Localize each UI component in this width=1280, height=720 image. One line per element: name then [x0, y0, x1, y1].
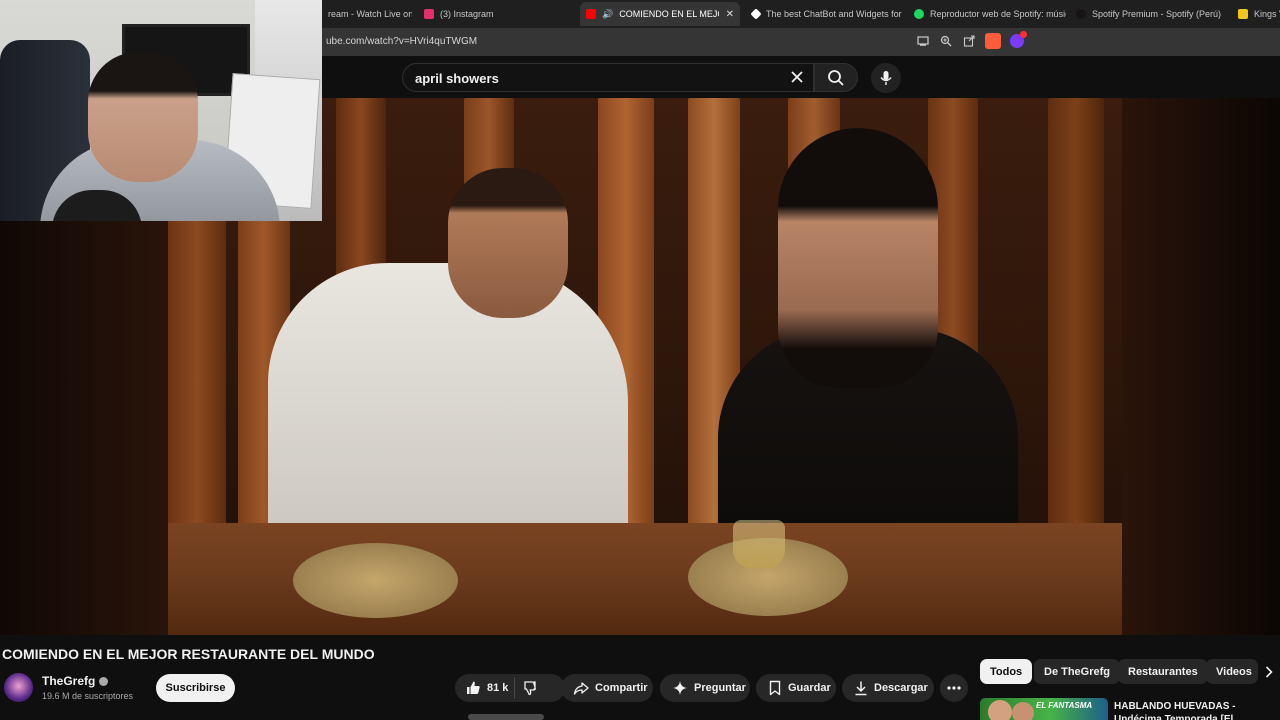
tab-label: Spotify Premium - Spotify (Perú)	[1092, 9, 1222, 19]
woman-head	[778, 128, 938, 388]
tab-label: Kings V	[1254, 9, 1280, 19]
chip-all[interactable]: Todos	[980, 659, 1033, 684]
clear-search-icon[interactable]	[789, 69, 805, 85]
dislike-button[interactable]	[521, 680, 537, 696]
tab-label: Reproductor web de Spotify: músic	[930, 9, 1066, 19]
url-field[interactable]: ube.com/watch?v=HVri4quTWGM	[326, 36, 477, 47]
save-button[interactable]: Guardar	[756, 674, 836, 702]
voice-search-button[interactable]	[871, 63, 901, 93]
brave-shield-icon[interactable]	[985, 33, 1001, 49]
spotify-icon	[1076, 9, 1086, 19]
like-dislike-group: 81 k	[455, 674, 565, 702]
tab-spotify-player[interactable]: Reproductor web de Spotify: músic	[908, 2, 1066, 26]
glass-bowl	[733, 520, 785, 568]
video-title: COMIENDO EN EL MEJOR RESTAURANTE DEL MUN…	[2, 646, 375, 662]
like-count: 81 k	[487, 682, 509, 694]
sparkle-icon	[673, 681, 687, 695]
search-query: april showers	[415, 71, 499, 86]
crown-icon	[1238, 9, 1248, 19]
webcam-overlay	[0, 0, 322, 221]
chatbot-icon	[750, 8, 762, 20]
share-label: Compartir	[595, 682, 648, 694]
search-icon	[828, 69, 844, 86]
recommendation-thumbnail[interactable]: EL FANTASMA	[980, 698, 1108, 720]
subscribe-button[interactable]: Suscribirse	[156, 674, 235, 702]
speaker-icon: 🔊	[602, 8, 614, 19]
channel-avatar[interactable]	[4, 673, 33, 702]
page-scrollbar[interactable]	[468, 714, 544, 720]
search-input[interactable]: april showers	[402, 63, 814, 92]
ask-label: Preguntar	[694, 682, 746, 694]
save-label: Guardar	[788, 682, 831, 694]
instagram-icon	[424, 9, 434, 19]
thumbs-down-icon	[524, 681, 537, 696]
download-icon	[855, 681, 867, 696]
channel-name: TheGrefg	[42, 674, 96, 688]
spotify-icon	[914, 9, 924, 19]
chip-videos[interactable]: Videos	[1206, 659, 1258, 684]
thumbs-up-icon	[467, 681, 480, 694]
bookmark-icon	[769, 680, 781, 696]
subscriber-count: 19.6 M de suscriptores	[42, 691, 134, 701]
ask-button[interactable]: Preguntar	[660, 674, 750, 702]
thumb-text: EL FANTASMA	[1036, 701, 1093, 710]
man-head	[448, 168, 568, 318]
download-button[interactable]: Descargar	[842, 674, 934, 702]
tab-instagram[interactable]: (3) Instagram	[418, 2, 568, 26]
channel-name-link[interactable]: TheGrefg	[42, 674, 109, 688]
share-arrow-icon	[573, 682, 589, 695]
tab-label: The best ChatBot and Widgets for	[766, 9, 902, 19]
chip-from-channel[interactable]: De TheGrefg	[1034, 659, 1121, 684]
share-button[interactable]: Compartir	[561, 674, 653, 702]
youtube-icon	[586, 9, 596, 19]
zoom-icon[interactable]	[939, 34, 953, 48]
chips-next-button[interactable]	[1258, 659, 1280, 684]
address-bar-icons	[916, 31, 1027, 49]
tab-kings[interactable]: Kings V	[1232, 2, 1280, 26]
cast-icon[interactable]	[916, 34, 930, 48]
player-letterbox-right	[1122, 98, 1280, 635]
download-label: Descargar	[874, 682, 928, 694]
search-button[interactable]	[814, 63, 858, 92]
extension-icon[interactable]	[1010, 31, 1027, 48]
tab-twitch[interactable]: ream - Watch Live on	[322, 2, 412, 26]
tab-spotify-premium[interactable]: Spotify Premium - Spotify (Perú)	[1070, 2, 1226, 26]
tab-label: (3) Instagram	[440, 9, 494, 19]
recommendation-title[interactable]: HABLANDO HUEVADAS - Undécima Temporada […	[1114, 700, 1274, 720]
more-horizontal-icon	[947, 686, 961, 690]
verified-icon	[99, 676, 109, 686]
chevron-right-icon	[1265, 665, 1273, 678]
like-divider	[514, 678, 516, 698]
like-button[interactable]: 81 k	[465, 680, 508, 696]
close-icon[interactable]: ✕	[726, 9, 734, 20]
chip-restaurants[interactable]: Restaurantes	[1118, 659, 1208, 684]
thumb-person	[1012, 702, 1034, 720]
man-figure	[268, 263, 628, 563]
more-actions-button[interactable]	[940, 674, 968, 702]
tab-label: COMIENDO EN EL MEJOR R	[619, 9, 719, 19]
microphone-icon	[880, 71, 892, 85]
plate-left	[293, 543, 458, 618]
streamer-head	[88, 52, 198, 182]
tab-youtube-video[interactable]: 🔊 COMIENDO EN EL MEJOR R ✕	[580, 2, 740, 26]
tab-label: ream - Watch Live on	[328, 9, 412, 19]
tab-chatbot[interactable]: The best ChatBot and Widgets for	[746, 2, 904, 26]
thumb-person	[988, 700, 1012, 720]
share-icon[interactable]	[962, 34, 976, 48]
